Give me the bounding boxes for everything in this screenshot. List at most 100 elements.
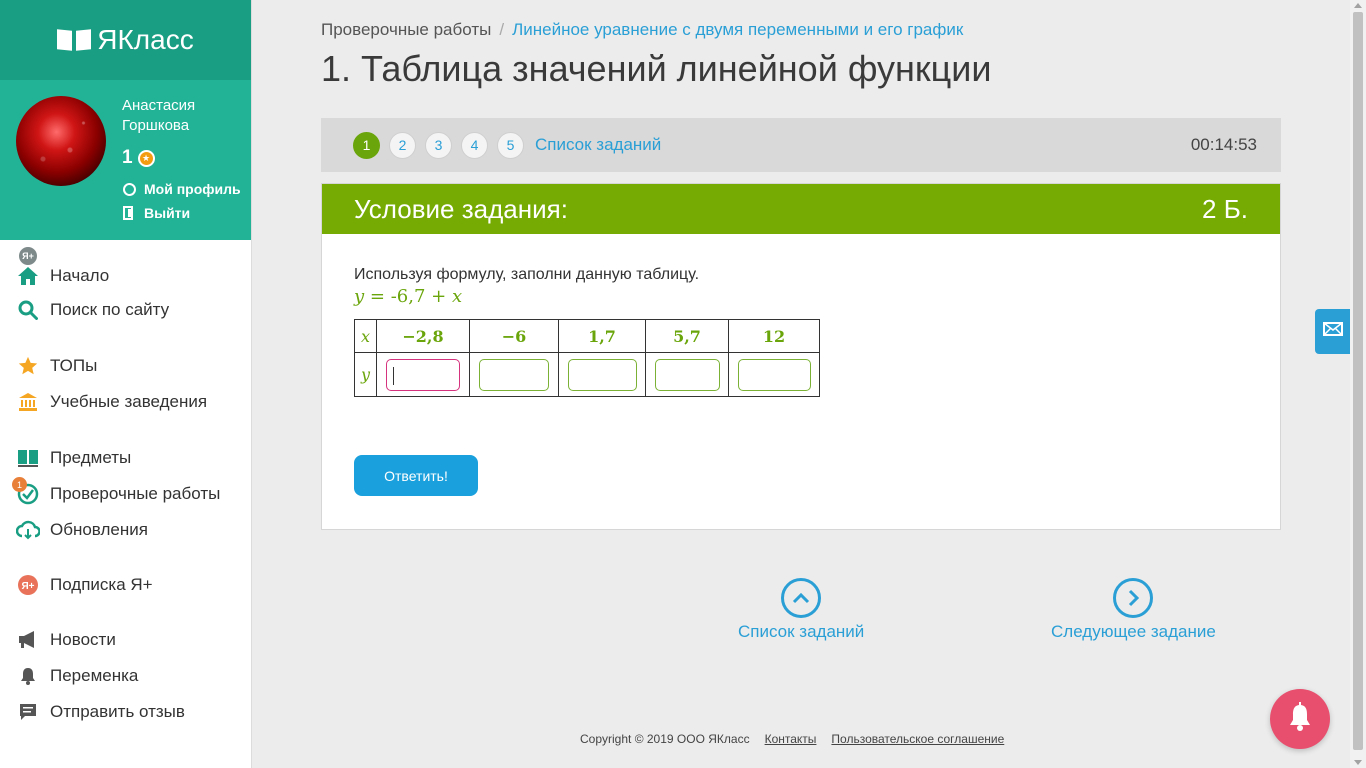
breadcrumb-root[interactable]: Проверочные работы [321,20,491,39]
sidebar-item-label: Предметы [50,448,132,467]
next-task-link[interactable]: Следующее задание [1051,578,1216,642]
task-navigation-bar: 1 2 3 4 5 Список заданий 00:14:53 [321,118,1281,172]
star-badge-icon: ★ [137,149,155,167]
notification-badge: 1 [12,477,27,492]
y-cell [469,352,559,397]
user-points: 1 ★ [122,147,155,169]
chevron-up-icon [781,578,822,618]
step-2-button[interactable]: 2 [389,131,416,159]
scroll-thumb[interactable] [1353,12,1363,750]
logout-icon [122,206,136,220]
timer: 00:14:53 [1190,135,1257,154]
bell-icon [16,664,40,688]
breadcrumb-separator: / [499,20,505,39]
logo-text: ЯКласс [97,24,194,55]
chevron-right-icon [1113,578,1154,618]
mail-icon [1322,322,1343,341]
x-value: 1,7 [558,319,646,353]
y-input-3[interactable] [567,358,637,391]
search-icon [16,298,40,322]
sidebar-item-label: Проверочные работы [50,484,221,503]
task-body: Используя формулу, заполни данную таблиц… [322,234,1280,429]
star-icon [16,354,40,378]
next-task-label: Следующее задание [1051,622,1216,641]
sidebar-item-news[interactable]: Новости [16,628,116,652]
profile-icon [122,182,136,196]
formula-var: x [451,286,463,307]
scrollbar[interactable] [1350,0,1366,768]
sidebar-item-institutions[interactable]: Учебные заведения [16,390,207,414]
sidebar-item-break[interactable]: Переменка [16,664,138,688]
copyright: Copyright © 2019 ООО ЯКласс [580,732,750,746]
check-circle-icon: 1 [12,477,40,506]
sidebar-item-home[interactable]: Начало [16,264,109,288]
scroll-down-arrow-icon[interactable] [1354,760,1362,765]
feedback-mail-button[interactable] [1315,309,1350,354]
formula-const: -6,7 [390,286,426,307]
sidebar-item-label: Новости [50,630,116,649]
logout-link[interactable]: Выйти [122,205,190,221]
formula-lhs: y [354,286,365,307]
points-value: 1 [122,147,133,168]
my-profile-link[interactable]: Мой профиль [122,181,241,197]
task-header: Условие задания: 2 Б. [322,184,1280,234]
scroll-up-arrow-icon[interactable] [1354,3,1362,8]
sidebar-item-subjects[interactable]: Предметы [16,446,131,470]
avatar[interactable] [16,96,106,186]
books-icon [16,446,40,470]
logo[interactable]: ЯКласс [0,0,251,80]
x-value: 12 [728,319,820,353]
notifications-button[interactable] [1270,689,1330,749]
y-input-4[interactable] [654,358,720,391]
subscription-icon: Я+ [16,573,40,597]
contacts-link[interactable]: Контакты [765,732,817,746]
user-name[interactable]: Анастасия Горшкова [122,96,242,136]
page-title: 1. Таблица значений линейной функции [321,48,992,89]
my-profile-label: Мой профиль [144,181,241,197]
step-3-button[interactable]: 3 [425,131,452,159]
sidebar-item-label: Поиск по сайту [50,300,170,319]
x-row: x −2,8 −6 1,7 5,7 12 [354,319,820,353]
formula-plus: + [425,286,452,307]
sidebar-item-feedback[interactable]: Отправить отзыв [16,700,185,724]
cloud-update-icon [16,518,40,542]
step-4-button[interactable]: 4 [461,131,488,159]
y-input-2[interactable] [479,358,549,391]
x-label: x [354,319,377,353]
answer-button[interactable]: Ответить! [354,455,478,496]
book-logo-icon [57,28,91,52]
sidebar-item-tops[interactable]: ТОПы [16,354,97,378]
y-row: y [354,352,820,397]
breadcrumb: Проверочные работы / Линейное уравнение с … [321,20,963,40]
task-header-title: Условие задания: [354,193,568,224]
sidebar-item-updates[interactable]: Обновления [16,518,148,542]
institution-icon [16,390,40,414]
sidebar-item-tests[interactable]: 1 Проверочные работы [12,477,221,506]
task-instruction: Используя формулу, заполни данную таблиц… [354,266,700,283]
step-5-button[interactable]: 5 [497,131,524,159]
y-input-1[interactable] [386,358,460,391]
formula: y = -6,7 + x [354,286,1248,307]
feedback-icon [16,700,40,724]
sidebar-item-label: Переменка [50,666,139,685]
bell-icon [1286,701,1314,737]
bottom-task-list-link[interactable]: Список заданий [738,578,864,642]
agreement-link[interactable]: Пользовательское соглашение [831,732,1004,746]
step-1-button[interactable]: 1 [353,131,380,159]
sidebar-item-subscription[interactable]: Я+ Подписка Я+ [16,573,153,597]
y-label: y [354,352,377,397]
y-cell [558,352,646,397]
breadcrumb-current[interactable]: Линейное уравнение с двумя переменными и… [512,20,963,39]
sidebar-item-search[interactable]: Поиск по сайту [16,298,169,322]
x-value: 5,7 [645,319,729,353]
x-value: −2,8 [376,319,470,353]
y-input-5[interactable] [737,358,811,391]
y-cell [376,352,470,397]
task-list-link[interactable]: Список заданий [535,135,661,155]
y-cell [728,352,820,397]
sidebar: ЯКласс Я+ Анастасия Горшкова 1 ★ Мой про… [0,0,252,768]
formula-eq: = [364,286,391,307]
sidebar-item-label: ТОПы [50,356,98,375]
y-cell [645,352,729,397]
sidebar-item-label: Начало [50,266,110,285]
